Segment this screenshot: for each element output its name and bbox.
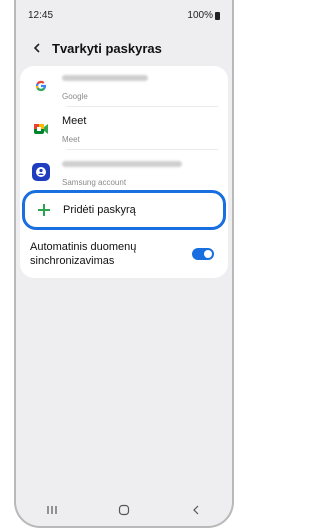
samsung-account-icon — [32, 163, 50, 181]
header: Tvarkyti paskyras — [16, 34, 232, 62]
battery-indicator: 100% — [187, 10, 220, 21]
account-service: Samsung account — [62, 178, 127, 187]
account-name: Meet — [62, 114, 87, 127]
add-account-label: Pridėti paskyrą — [63, 204, 136, 216]
status-time: 12:45 — [28, 10, 54, 21]
back-icon[interactable] — [186, 503, 206, 517]
accounts-card: Google Meet Meet Samsung account Pridėti… — [20, 66, 228, 278]
account-row-google[interactable]: Google — [20, 66, 228, 106]
home-icon[interactable] — [114, 503, 134, 517]
battery-level: 100% — [187, 10, 213, 21]
auto-sync-label: Automatinis duomenų sinchronizavimas — [30, 241, 137, 268]
back-arrow-icon[interactable] — [32, 43, 42, 53]
recents-icon[interactable] — [42, 503, 62, 517]
navigation-bar — [16, 502, 232, 518]
account-service: Google — [62, 92, 88, 101]
account-row-samsung[interactable]: Samsung account — [20, 152, 228, 192]
plus-icon — [37, 203, 51, 217]
status-bar: 12:45 100% — [16, 0, 232, 28]
toggle-knob — [204, 250, 212, 258]
auto-sync-row[interactable]: Automatinis duomenų sinchronizavimas — [20, 236, 228, 276]
google-icon — [32, 77, 50, 95]
phone-frame: 12:45 100% Tvarkyti paskyras Google Meet… — [14, 0, 234, 528]
page-title: Tvarkyti paskyras — [52, 40, 162, 56]
account-row-meet[interactable]: Meet Meet — [20, 109, 228, 149]
meet-icon — [32, 120, 50, 138]
auto-sync-toggle[interactable] — [192, 248, 214, 260]
account-service: Meet — [62, 135, 80, 144]
add-account-button[interactable]: Pridėti paskyrą — [22, 190, 226, 230]
account-email-hidden — [62, 74, 148, 81]
battery-icon — [215, 11, 220, 20]
account-email-hidden — [62, 160, 182, 167]
